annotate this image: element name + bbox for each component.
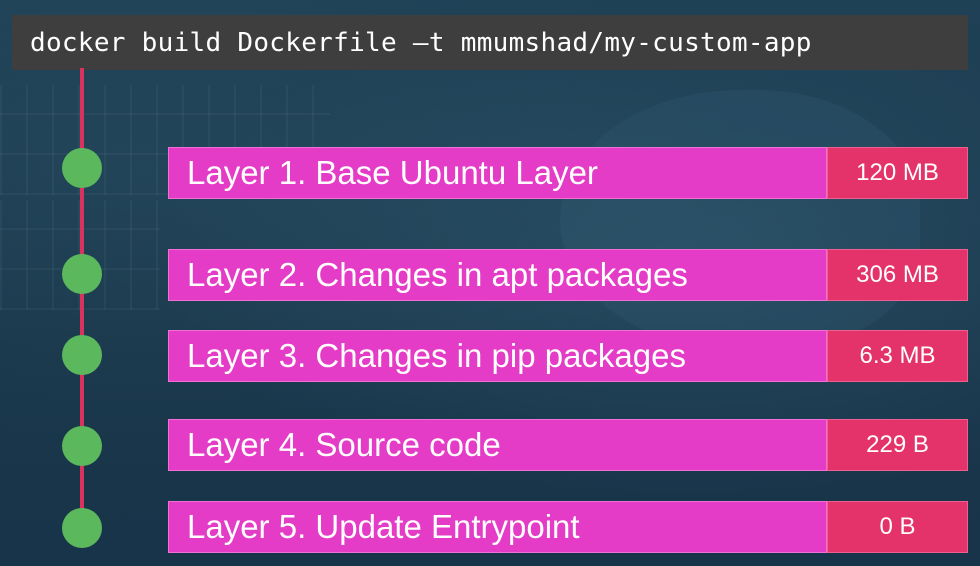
layer-label: Layer 3. Changes in pip packages	[168, 330, 827, 382]
layer-row-4: Layer 4. Source code 229 B	[168, 419, 968, 471]
layer-size: 306 MB	[827, 249, 968, 301]
timeline-node-5	[62, 508, 102, 548]
layer-size: 6.3 MB	[827, 330, 968, 382]
layer-row-1: Layer 1. Base Ubuntu Layer 120 MB	[168, 147, 968, 199]
layer-label: Layer 4. Source code	[168, 419, 827, 471]
layer-row-3: Layer 3. Changes in pip packages 6.3 MB	[168, 330, 968, 382]
timeline-node-4	[62, 426, 102, 466]
timeline-node-1	[62, 148, 102, 188]
command-bar: docker build Dockerfile –t mmumshad/my-c…	[12, 15, 968, 70]
layer-row-5: Layer 5. Update Entrypoint 0 B	[168, 501, 968, 553]
layer-row-2: Layer 2. Changes in apt packages 306 MB	[168, 249, 968, 301]
layer-size: 0 B	[827, 501, 968, 553]
layer-label: Layer 2. Changes in apt packages	[168, 249, 827, 301]
layer-size: 120 MB	[827, 147, 968, 199]
whale-watermark	[560, 90, 920, 350]
timeline-line	[80, 68, 84, 538]
timeline-node-3	[62, 335, 102, 375]
layer-size: 229 B	[827, 419, 968, 471]
timeline-node-2	[62, 254, 102, 294]
layer-label: Layer 1. Base Ubuntu Layer	[168, 147, 827, 199]
command-text: docker build Dockerfile –t mmumshad/my-c…	[30, 27, 812, 58]
layer-label: Layer 5. Update Entrypoint	[168, 501, 827, 553]
